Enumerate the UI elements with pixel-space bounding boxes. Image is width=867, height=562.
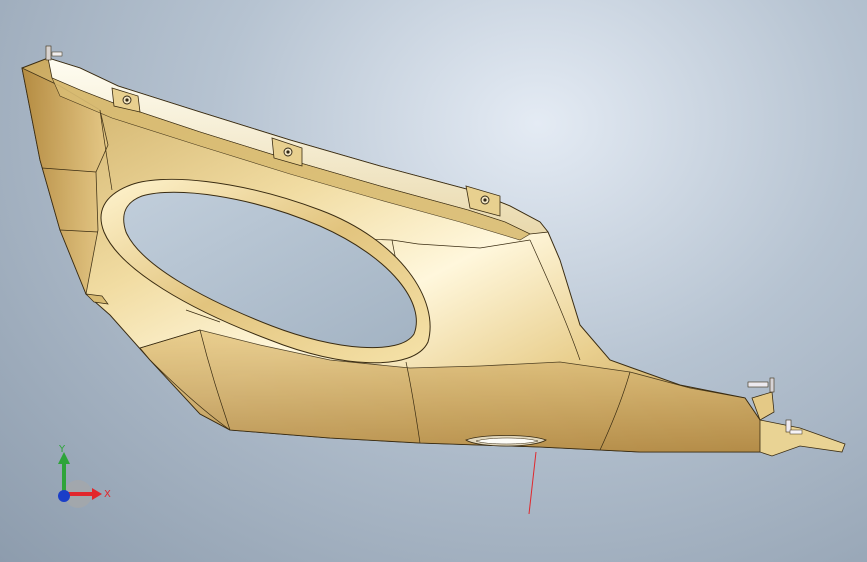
coordinate-triad: Y X — [58, 444, 111, 508]
y-axis-label: Y — [58, 444, 66, 455]
right-mounting-bracket[interactable] — [747, 377, 846, 457]
reference-axis-line — [528, 451, 537, 515]
bottom-slot — [465, 435, 547, 447]
z-axis-dot — [58, 490, 70, 502]
top-left-pin[interactable] — [45, 45, 63, 61]
x-axis-arrowhead — [92, 488, 102, 500]
cad-3d-viewport[interactable]: Y X — [0, 0, 867, 562]
bumper-part-model[interactable]: Y X — [0, 0, 867, 562]
x-axis-label: X — [104, 489, 111, 500]
